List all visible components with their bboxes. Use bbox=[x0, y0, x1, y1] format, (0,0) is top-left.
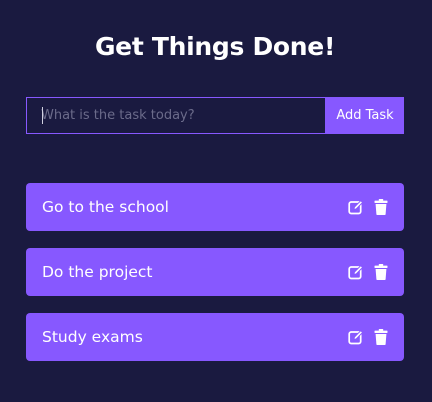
todo-form: Add Task bbox=[26, 97, 404, 134]
edit-icon[interactable] bbox=[348, 199, 364, 215]
add-task-button[interactable]: Add Task bbox=[326, 97, 404, 134]
todo-item[interactable]: Go to the school bbox=[26, 183, 404, 231]
page-title: Get Things Done! bbox=[94, 32, 336, 61]
text-cursor bbox=[42, 107, 43, 124]
todo-actions bbox=[348, 329, 389, 345]
todo-item[interactable]: Study exams bbox=[26, 313, 404, 361]
todo-text[interactable]: Study exams bbox=[42, 328, 143, 346]
todo-actions bbox=[348, 264, 389, 280]
todo-text[interactable]: Do the project bbox=[42, 263, 153, 281]
todo-text[interactable]: Go to the school bbox=[42, 198, 169, 216]
trash-icon[interactable] bbox=[373, 199, 389, 215]
task-input[interactable] bbox=[26, 97, 326, 134]
trash-icon[interactable] bbox=[373, 264, 389, 280]
trash-icon[interactable] bbox=[373, 329, 389, 345]
edit-icon[interactable] bbox=[348, 264, 364, 280]
todo-item[interactable]: Do the project bbox=[26, 248, 404, 296]
todo-actions bbox=[348, 199, 389, 215]
edit-icon[interactable] bbox=[348, 329, 364, 345]
todo-list: Go to the school Do the project Study ex… bbox=[26, 183, 404, 378]
